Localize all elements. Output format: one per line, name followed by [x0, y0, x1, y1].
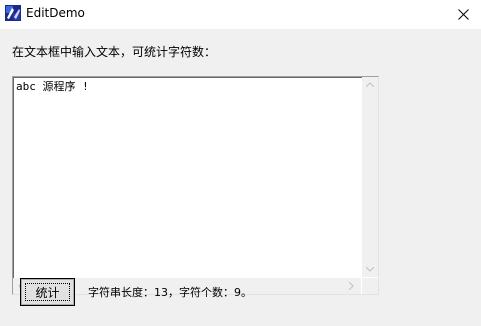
scroll-corner [362, 278, 378, 294]
chevron-right-icon[interactable] [348, 281, 354, 293]
chevron-up-icon[interactable] [365, 81, 375, 90]
vertical-scrollbar[interactable] [362, 77, 378, 277]
edit-demo-window: EditDemo 在文本框中输入文本，可统计字符数： abc 源程序 ! 统计 … [0, 0, 481, 326]
close-icon [457, 9, 469, 20]
prompt-label: 在文本框中输入文本，可统计字符数： [12, 45, 217, 59]
chevron-down-icon[interactable] [365, 266, 375, 275]
title-bar[interactable]: EditDemo [0, 0, 481, 29]
result-label: 字符串长度：13，字符个数：9。 [88, 286, 252, 299]
app-icon [5, 5, 21, 21]
close-button[interactable] [445, 0, 481, 29]
text-edit-box[interactable]: abc 源程序 ! [12, 76, 379, 295]
client-area: 在文本框中输入文本，可统计字符数： abc 源程序 ! 统计 字符串长度：13，… [0, 29, 481, 326]
edit-text-value[interactable]: abc 源程序 ! [16, 80, 89, 93]
count-button[interactable]: 统计 [20, 278, 75, 306]
count-button-label: 统计 [35, 285, 60, 300]
window-title: EditDemo [26, 6, 85, 20]
